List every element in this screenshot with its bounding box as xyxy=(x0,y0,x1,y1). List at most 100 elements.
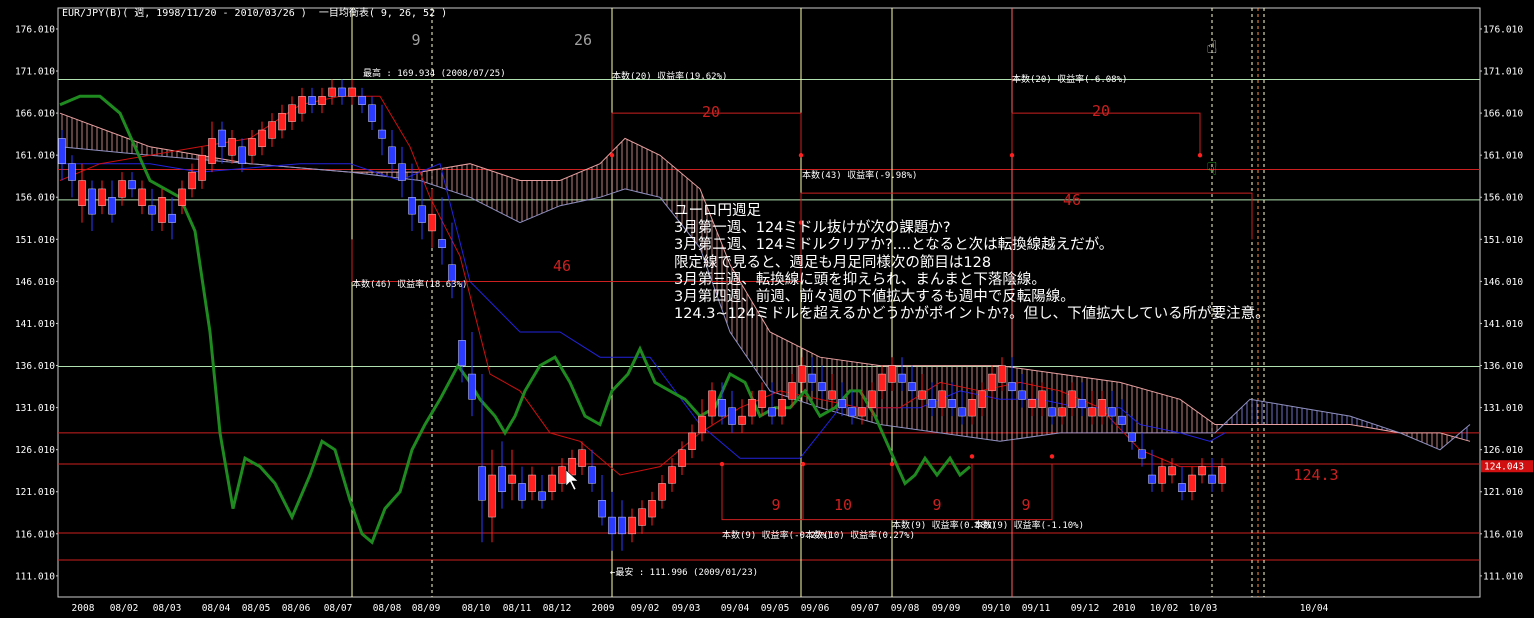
x-tick-label: 2008 xyxy=(72,603,95,614)
y-tick-label-left: 111.010 xyxy=(15,571,55,582)
annotation-line: 3月第三週、転換線に頭を抑えられ、まんまと下落陰線。 xyxy=(674,271,1046,288)
candle-body xyxy=(278,112,286,131)
candle-body xyxy=(528,474,536,493)
candle-body xyxy=(688,432,696,450)
y-tick-label-left: 121.010 xyxy=(15,487,55,498)
marker-dot xyxy=(1009,153,1015,158)
count-label: 本数(20) 収益率(-6.08%) xyxy=(1012,73,1127,85)
x-tick-label: 08/07 xyxy=(324,603,353,614)
candle-body xyxy=(878,373,886,392)
y-tick-label-left: 151.010 xyxy=(15,235,55,246)
x-tick-label: 08/11 xyxy=(503,603,532,614)
y-tick-label-right: 161.010 xyxy=(1483,151,1523,162)
y-tick-label-left: 116.010 xyxy=(15,529,55,540)
candle-body xyxy=(298,96,306,114)
x-tick-label: 08/06 xyxy=(282,603,311,614)
candle-body xyxy=(448,264,456,282)
y-tick-label-left: 156.010 xyxy=(15,193,55,204)
x-tick-label: 08/02 xyxy=(110,603,139,614)
candle-body xyxy=(1058,407,1066,417)
candle-body xyxy=(918,390,926,400)
hand-pointer-icon: ☝ xyxy=(1207,37,1218,58)
candle-body xyxy=(808,373,816,383)
candle-body xyxy=(828,390,836,400)
current-price-label: 124.043 xyxy=(1484,462,1524,473)
y-tick-label-right: 171.010 xyxy=(1483,67,1523,78)
candle-body xyxy=(1118,415,1126,425)
candle-body xyxy=(218,129,226,148)
candle-body xyxy=(848,407,856,417)
candle-body xyxy=(168,213,176,223)
candle-body xyxy=(1218,466,1226,484)
candle-body xyxy=(228,138,236,156)
candle-body xyxy=(718,399,726,417)
count-number: 9 xyxy=(1021,496,1030,514)
count-label: 本数(20) 収益率(19.62%) xyxy=(612,70,727,82)
annotation-line: 124.3~124ミドルを超えるかどうかがポイントか?。但し、下値拡大している所… xyxy=(674,306,1270,323)
count-number: 10 xyxy=(834,496,852,514)
x-tick-label: 09/04 xyxy=(721,603,750,614)
candle-body xyxy=(648,500,656,518)
x-tick-label: 10/03 xyxy=(1189,603,1218,614)
candle-body xyxy=(768,407,776,417)
candle-body xyxy=(838,399,846,408)
candle-body xyxy=(748,399,756,417)
candle-body xyxy=(778,399,786,417)
candle-body xyxy=(338,87,346,97)
annotation-line: 3月第二週、124ミドルクリアか?....となると次は転換線越えだが。 xyxy=(674,237,1114,254)
candle-body xyxy=(898,373,906,383)
candle-body xyxy=(88,188,96,215)
candle-body xyxy=(658,483,666,501)
candle-body xyxy=(1198,466,1206,476)
candle-body xyxy=(428,213,436,232)
x-tick-label: 09/11 xyxy=(1022,603,1051,614)
symbol-label: EUR/JPY(B)( 週, 1998/11/20 - 2010/03/26 ) xyxy=(62,8,307,19)
x-tick-label: 10/02 xyxy=(1150,603,1179,614)
candle-body xyxy=(1028,399,1036,408)
level-label: 124.3 xyxy=(1293,466,1338,484)
candle-body xyxy=(238,146,246,164)
candle-body xyxy=(858,407,866,417)
candle-body xyxy=(968,399,976,417)
y-tick-label-right: 176.010 xyxy=(1483,24,1523,35)
indicator-label: 一目均衡表( 9, 26, 52 ) xyxy=(318,8,448,19)
candle-body xyxy=(58,138,66,164)
candle-body xyxy=(1098,399,1106,417)
candle-body xyxy=(208,138,216,164)
candle-body xyxy=(1168,466,1176,476)
x-tick-label: 09/03 xyxy=(672,603,701,614)
count-label: 本数(43) 収益率(-9.98%) xyxy=(802,169,917,181)
candle-body xyxy=(818,382,826,392)
candle-body xyxy=(888,365,896,383)
candle-body xyxy=(608,516,616,535)
candle-body xyxy=(248,138,256,156)
marker-dot xyxy=(1049,454,1055,459)
candle-body xyxy=(1138,449,1146,459)
candle-body xyxy=(1128,432,1136,442)
x-tick-label: 10/04 xyxy=(1300,603,1329,614)
x-tick-label: 08/10 xyxy=(462,603,491,614)
candle-body xyxy=(318,96,326,105)
annotation-line: ユーロ円週足 xyxy=(674,203,761,219)
candle-body xyxy=(1148,474,1156,484)
marker-dot xyxy=(969,454,975,459)
y-tick-label-right: 126.010 xyxy=(1483,445,1523,456)
candle-body xyxy=(518,483,526,501)
candle-body xyxy=(98,188,106,206)
y-tick-label-left: 161.010 xyxy=(15,151,55,162)
marker-dot xyxy=(889,461,895,467)
candle-body xyxy=(798,365,806,383)
candle-body xyxy=(388,146,396,164)
candle-body xyxy=(78,180,86,206)
candle-body xyxy=(678,449,686,467)
candle-body xyxy=(588,466,596,484)
candle-body xyxy=(478,466,486,501)
y-tick-label-right: 156.010 xyxy=(1483,193,1523,204)
candle-body xyxy=(118,180,126,198)
candle-body xyxy=(1178,483,1186,493)
y-tick-label-right: 166.010 xyxy=(1483,109,1523,120)
candle-body xyxy=(1038,390,1046,408)
candle-body xyxy=(1008,382,1016,392)
marker-dot xyxy=(800,461,806,467)
candle-body xyxy=(618,516,626,535)
